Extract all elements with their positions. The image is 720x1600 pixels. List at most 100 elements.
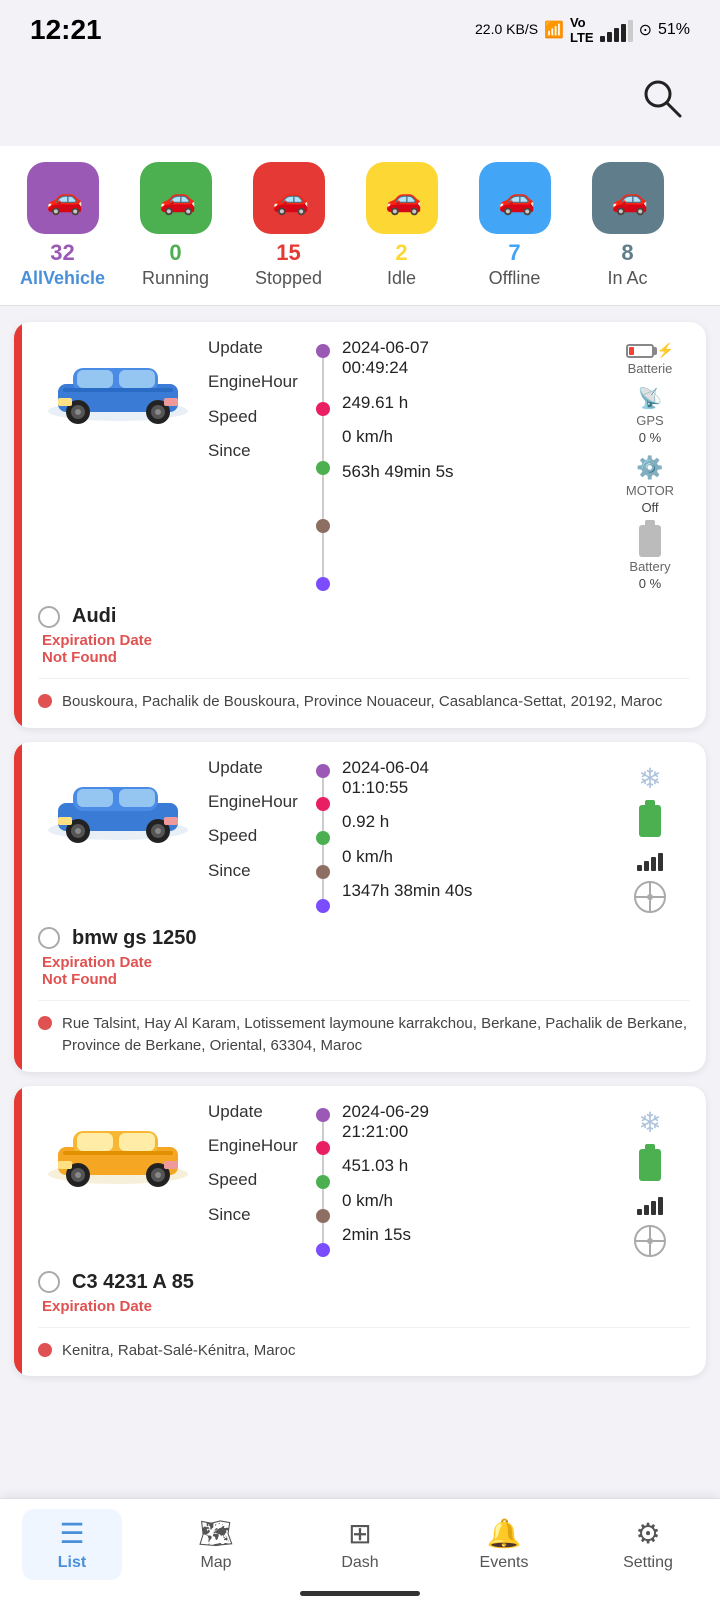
wifi-icon: 📶 bbox=[544, 20, 564, 40]
car-icon-stopped: 🚗 bbox=[268, 177, 310, 219]
nav-map-label: Map bbox=[200, 1554, 231, 1572]
car-icon-running: 🚗 bbox=[155, 177, 197, 219]
svg-text:🚗: 🚗 bbox=[498, 183, 535, 216]
card-status-icons: ❄ bbox=[610, 758, 690, 913]
value-since: 1347h 38min 40s bbox=[342, 881, 472, 901]
tab-offline-label: Offline bbox=[489, 268, 541, 289]
label-update: Update bbox=[208, 338, 308, 358]
nav-events[interactable]: 🔔 Events bbox=[454, 1509, 554, 1580]
tab-inac[interactable]: 🚗 8 In Ac bbox=[575, 162, 680, 289]
gps-target-icon bbox=[634, 881, 666, 913]
search-button[interactable] bbox=[634, 70, 690, 126]
bottom-nav: ☰ List 🗺 Map ⊞ Dash 🔔 Events ⚙ Setting bbox=[0, 1498, 720, 1600]
card-status-icons: ❄ bbox=[610, 1102, 690, 1257]
value-speed: 0 km/h bbox=[342, 1191, 429, 1211]
tab-inac-count: 8 bbox=[621, 240, 633, 266]
gps-value: 0 % bbox=[639, 430, 661, 445]
vehicle-card-c3[interactable]: Update EngineHour Speed Since bbox=[14, 1086, 706, 1377]
car-image bbox=[38, 338, 198, 438]
cards-container: Update EngineHour Speed Since bbox=[0, 306, 720, 1392]
gps-label: GPS bbox=[636, 413, 663, 428]
data-labels: Update EngineHour Speed Since bbox=[208, 758, 308, 913]
snow-icon: ❄ bbox=[638, 762, 661, 795]
motor-value: Off bbox=[641, 500, 658, 515]
address-text: Bouskoura, Pachalik de Bouskoura, Provin… bbox=[62, 691, 662, 714]
dot-2 bbox=[316, 402, 330, 416]
battery-full-icon-2 bbox=[639, 1149, 661, 1181]
card-inner: Update EngineHour Speed Since bbox=[22, 1086, 706, 1377]
timeline-column bbox=[316, 338, 330, 591]
gps-status: 📡 GPS 0 % bbox=[636, 386, 663, 445]
car-image bbox=[38, 758, 198, 858]
vehicle-card-bmw[interactable]: Update EngineHour Speed Since bbox=[14, 742, 706, 1072]
gps-icon: 📡 bbox=[638, 386, 663, 411]
card-address: Bouskoura, Pachalik de Bouskoura, Provin… bbox=[38, 678, 690, 728]
card-left-bar bbox=[14, 742, 22, 1072]
value-since: 563h 49min 5s bbox=[342, 462, 454, 482]
label-enginehour: EngineHour bbox=[208, 1136, 308, 1156]
tab-idle-count: 2 bbox=[395, 240, 407, 266]
vehicle-card-audi[interactable]: Update EngineHour Speed Since bbox=[14, 322, 706, 728]
nav-setting[interactable]: ⚙ Setting bbox=[598, 1509, 698, 1580]
motor-status: ⚙️ MOTOR Off bbox=[626, 455, 674, 515]
expiry-text: Expiration Date bbox=[42, 1298, 690, 1315]
dash-icon: ⊞ bbox=[348, 1517, 371, 1550]
vehicle-name-row: bmw gs 1250 bbox=[38, 927, 690, 950]
vehicle-select-radio[interactable] bbox=[38, 927, 60, 949]
battery-percent-status: Battery 0 % bbox=[629, 525, 670, 591]
value-update: 2024-06-2921:21:00 bbox=[342, 1102, 429, 1143]
tab-stopped-count: 15 bbox=[276, 240, 300, 266]
card-data: Update EngineHour Speed Since bbox=[208, 338, 600, 591]
label-update: Update bbox=[208, 1102, 308, 1122]
expiry-text: Expiration DateNot Found bbox=[42, 632, 690, 666]
value-update: 2024-06-0401:10:55 bbox=[342, 758, 472, 799]
address-dot bbox=[38, 694, 52, 708]
tab-running[interactable]: 🚗 0 Running bbox=[123, 162, 228, 289]
network-speed: 22.0 KB/S bbox=[475, 22, 538, 37]
timeline-column bbox=[316, 758, 330, 913]
tab-all-count: 32 bbox=[50, 240, 74, 266]
nav-list-label: List bbox=[58, 1554, 86, 1572]
card-left-bar bbox=[14, 1086, 22, 1377]
nav-dash-label: Dash bbox=[341, 1554, 378, 1572]
card-address: Rue Talsint, Hay Al Karam, Lotissement l… bbox=[38, 1000, 690, 1072]
motor-label: MOTOR bbox=[626, 483, 674, 498]
card-data: Update EngineHour Speed Since bbox=[208, 1102, 600, 1257]
dot-3 bbox=[316, 461, 330, 475]
tab-idle[interactable]: 🚗 2 Idle bbox=[349, 162, 454, 289]
value-enginehour: 249.61 h bbox=[342, 393, 454, 413]
battery-label: Battery bbox=[629, 559, 670, 574]
dot-4 bbox=[316, 519, 330, 533]
label-speed: Speed bbox=[208, 1170, 308, 1190]
nav-list[interactable]: ☰ List bbox=[22, 1509, 122, 1580]
card-top: Update EngineHour Speed Since bbox=[38, 758, 690, 913]
address-dot bbox=[38, 1343, 52, 1357]
tab-all-label: AllVehicle bbox=[20, 268, 105, 289]
vehicle-select-radio[interactable] bbox=[38, 606, 60, 628]
tab-stopped[interactable]: 🚗 15 Stopped bbox=[236, 162, 341, 289]
home-indicator bbox=[300, 1591, 420, 1596]
car-icon-all: 🚗 bbox=[42, 177, 84, 219]
data-labels: Update EngineHour Speed Since bbox=[208, 338, 308, 591]
tab-inac-label: In Ac bbox=[607, 268, 647, 289]
data-values: 2024-06-2921:21:00 451.03 h 0 km/h 2min … bbox=[342, 1102, 429, 1257]
car-icon-idle: 🚗 bbox=[381, 177, 423, 219]
dot-5 bbox=[316, 577, 330, 591]
value-enginehour: 451.03 h bbox=[342, 1156, 429, 1176]
tab-stopped-label: Stopped bbox=[255, 268, 322, 289]
vehicle-select-radio[interactable] bbox=[38, 1271, 60, 1293]
status-icons: 22.0 KB/S 📶 VoLTE ⊙ 51% bbox=[475, 15, 690, 45]
address-dot bbox=[38, 1016, 52, 1030]
battery-icon: ⊙ bbox=[639, 20, 652, 40]
nav-dash[interactable]: ⊞ Dash bbox=[310, 1509, 410, 1580]
tab-offline[interactable]: 🚗 7 Offline bbox=[462, 162, 567, 289]
tab-all-vehicle[interactable]: 🚗 32 AllVehicle bbox=[10, 162, 115, 289]
battery-value: 0 % bbox=[639, 576, 661, 591]
address-text: Kenitra, Rabat-Salé-Kénitra, Maroc bbox=[62, 1340, 295, 1363]
motor-icon: ⚙️ bbox=[636, 455, 663, 481]
battery-percent: 51% bbox=[658, 21, 690, 39]
value-since: 2min 15s bbox=[342, 1225, 429, 1245]
label-enginehour: EngineHour bbox=[208, 792, 308, 812]
nav-map[interactable]: 🗺 Map bbox=[166, 1509, 266, 1580]
car-illustration-c3 bbox=[43, 1109, 193, 1194]
